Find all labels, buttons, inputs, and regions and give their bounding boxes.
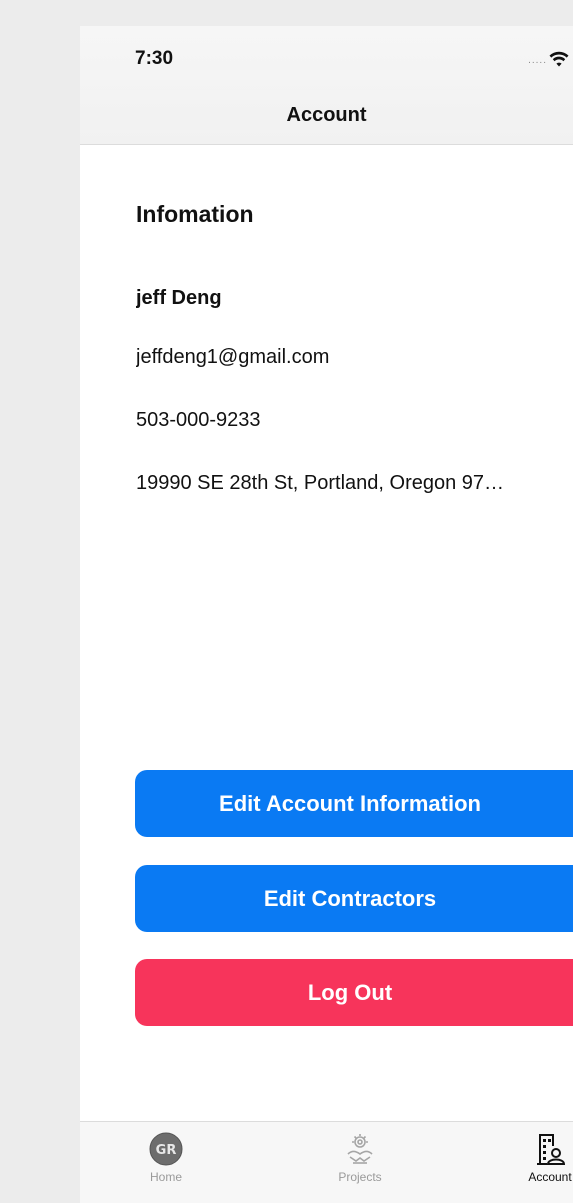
- tab-home[interactable]: GR Home: [126, 1132, 206, 1196]
- user-address: 19990 SE 28th St, Portland, Oregon 97…: [136, 472, 505, 494]
- page-title: Account: [286, 104, 367, 126]
- tab-account[interactable]: Account: [510, 1132, 573, 1196]
- user-name: jeff Deng: [136, 287, 222, 309]
- projects-icon: [347, 1134, 373, 1164]
- building-user-icon: [537, 1134, 566, 1165]
- tab-projects[interactable]: Projects: [320, 1132, 400, 1196]
- logout-button[interactable]: Log Out: [135, 959, 573, 1026]
- ga-logo-icon: GR: [149, 1132, 183, 1166]
- wifi-icon: [549, 51, 569, 67]
- app-screen: 7:30 ..... Account Infomation jeff Deng …: [80, 26, 573, 1203]
- tab-label-account: Account: [528, 1170, 572, 1184]
- status-time: 7:30: [135, 48, 174, 69]
- header: 7:30 ..... Account: [80, 26, 573, 145]
- edit-account-button[interactable]: Edit Account Information: [135, 770, 573, 837]
- tab-bar: GR Home Projects Account: [80, 1121, 573, 1203]
- cellular-signal-icon: .....: [528, 55, 547, 66]
- svg-text:GR: GR: [156, 1143, 177, 1158]
- edit-contractors-button[interactable]: Edit Contractors: [135, 865, 573, 932]
- user-email: jeffdeng1@gmail.com: [136, 346, 330, 368]
- user-phone: 503-000-9233: [136, 409, 261, 431]
- tab-label-projects: Projects: [338, 1170, 382, 1184]
- tab-label-home: Home: [149, 1170, 182, 1184]
- section-title: Infomation: [136, 201, 254, 227]
